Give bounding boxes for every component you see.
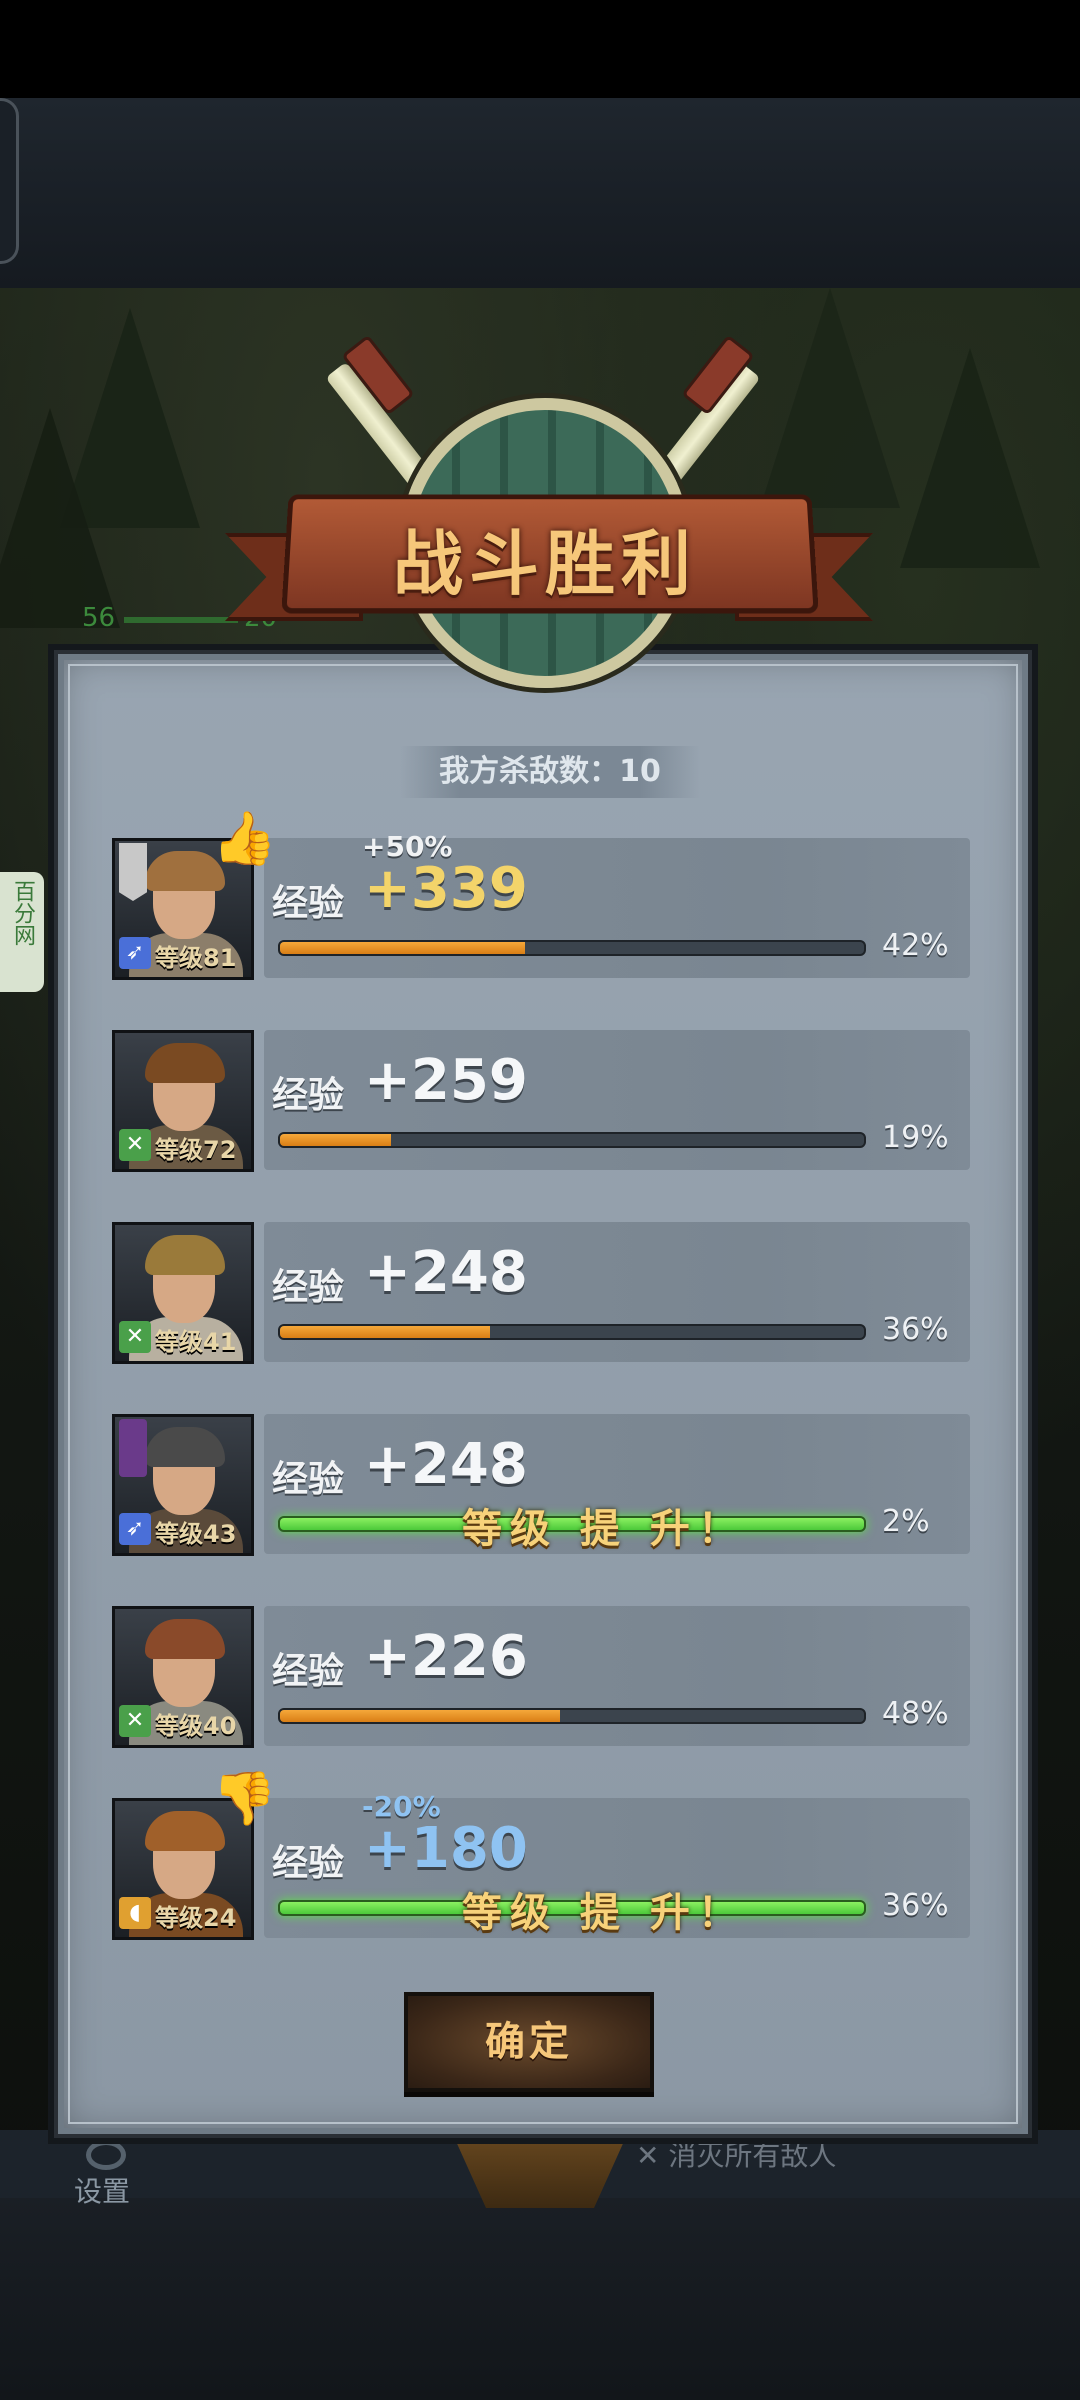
level-up-text: 等级 提 升！ <box>462 1890 746 1936</box>
exp-percent: 19% <box>882 1120 949 1155</box>
top-hud <box>0 98 1080 288</box>
bow-icon: ✕ <box>119 1321 151 1353</box>
exp-percent: 42% <box>882 928 949 963</box>
bow-icon: ✕ <box>119 1129 151 1161</box>
hero-level: 等级24 <box>155 1904 237 1932</box>
exp-label: 经验 <box>272 883 345 924</box>
settings-label[interactable]: 设置 <box>74 2170 130 2210</box>
hero-hair <box>145 1427 225 1467</box>
hero-row: ➶ 等级43 经验 +248 等级 提 升！ 2% <box>112 1414 970 1558</box>
exp-progress-bar <box>278 1132 866 1148</box>
exp-value: +339 <box>364 856 528 921</box>
hero-hair <box>145 1235 225 1275</box>
exp-value: +248 <box>364 1432 528 1497</box>
side-tab-label: 百分网 <box>10 880 35 946</box>
exp-value: +180 <box>364 1816 528 1881</box>
hero-row: ✕ 等级72 经验 +259 19% <box>112 1030 970 1174</box>
victory-emblem: 战斗胜利 <box>225 318 873 738</box>
thumbs-up-icon: 👍 <box>212 809 277 869</box>
thumbs-down-icon: 👎 <box>212 1769 277 1829</box>
hero-level: 等级40 <box>155 1712 237 1740</box>
objective-hint: ✕ 消灭所有敌人 <box>636 2134 836 2174</box>
hero-level: 等级43 <box>155 1520 237 1548</box>
exp-value: +248 <box>364 1240 528 1305</box>
hero-level: 等级81 <box>155 944 237 972</box>
objective-text: 消灭所有敌人 <box>668 2139 837 2172</box>
level-up-text: 等级 提 升！ <box>462 1506 746 1552</box>
exp-progress-bar <box>278 1708 866 1724</box>
exp-progress-fill <box>280 942 526 954</box>
exp-label: 经验 <box>272 1459 345 1500</box>
hero-portrait[interactable]: ✕ 等级41 <box>112 1222 254 1364</box>
side-watermark-tab[interactable]: 百分网 <box>0 872 44 992</box>
dialog-title: 战斗胜利 <box>393 523 697 605</box>
exp-progress-bar <box>278 940 866 956</box>
exp-value: +226 <box>364 1624 528 1689</box>
exp-percent: 2% <box>882 1504 930 1539</box>
hero-hair <box>145 1043 225 1083</box>
top-left-tab[interactable] <box>0 98 19 264</box>
hero-portrait[interactable]: ✕ 等级40 <box>112 1606 254 1748</box>
exp-progress-bar <box>278 1324 866 1340</box>
hero-row: ➶ 等级81 👍 +50% 经验 +339 42% <box>112 809 970 982</box>
hp-left-value: 56 <box>82 603 116 633</box>
exp-percent: 36% <box>882 1312 949 1347</box>
hero-portrait[interactable]: ➶ 等级43 <box>112 1414 254 1556</box>
status-bar <box>0 0 1080 98</box>
exp-progress-fill <box>280 1134 391 1146</box>
exp-progress-fill <box>280 1710 561 1722</box>
hero-row: ◖ 等级24 👎 -20% 经验 +180 等级 提 升！ 36% <box>112 1769 970 1942</box>
faction-emblem-icon <box>119 1419 147 1477</box>
hero-hair <box>145 1619 225 1659</box>
hero-portrait[interactable]: ✕ 等级72 <box>112 1030 254 1172</box>
confirm-button[interactable]: 确定 <box>404 1992 654 2092</box>
spear-icon: ➶ <box>119 937 151 969</box>
hero-level: 等级41 <box>155 1328 237 1356</box>
kill-count: 我方杀敌数：10 <box>400 746 700 798</box>
exp-value: +259 <box>364 1048 528 1113</box>
banner-flag-icon <box>119 843 147 901</box>
exp-percent: 36% <box>882 1888 949 1923</box>
hero-level: 等级72 <box>155 1136 237 1164</box>
bow-icon: ✕ <box>119 1705 151 1737</box>
hero-row: ✕ 等级40 经验 +226 48% <box>112 1606 970 1750</box>
bottom-bar <box>0 2198 1080 2400</box>
crossed-swords-icon: ✕ <box>636 2139 669 2172</box>
hero-row: ✕ 等级41 经验 +248 36% <box>112 1222 970 1366</box>
exp-label: 经验 <box>272 1267 345 1308</box>
exp-percent: 48% <box>882 1696 949 1731</box>
gear-icon[interactable] <box>86 2140 126 2170</box>
exp-label: 经验 <box>272 1651 345 1692</box>
exp-label: 经验 <box>272 1075 345 1116</box>
hp-line <box>124 617 238 623</box>
exp-progress-fill <box>280 1326 491 1338</box>
spear-icon: ➶ <box>119 1513 151 1545</box>
exp-label: 经验 <box>272 1843 345 1884</box>
shield-icon: ◖ <box>119 1897 151 1929</box>
